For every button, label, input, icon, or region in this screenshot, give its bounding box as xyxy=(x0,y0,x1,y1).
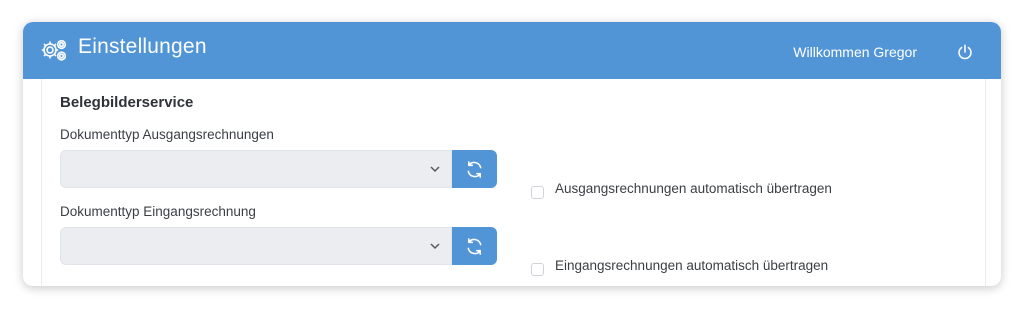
field-label-eingangsrechnung: Dokumenttyp Eingangsrechnung xyxy=(60,204,256,219)
refresh-icon xyxy=(467,238,482,255)
refresh-ausgang-button[interactable] xyxy=(452,150,497,188)
settings-content: Belegbilderservice Dokumenttyp Ausgangsr… xyxy=(41,79,986,286)
page-title: Einstellungen xyxy=(78,35,207,58)
dokumenttyp-ausgang-select[interactable] xyxy=(60,150,452,188)
chevron-down-icon xyxy=(430,166,440,173)
refresh-icon xyxy=(467,161,482,178)
ausgang-auto-label: Ausgangsrechnungen automatisch übertrage… xyxy=(555,181,832,196)
chevron-down-icon xyxy=(430,243,440,250)
power-icon[interactable] xyxy=(957,44,973,60)
welcome-text: Willkommen Gregor xyxy=(793,44,917,60)
header-bar: Einstellungen Willkommen Gregor xyxy=(23,22,1001,79)
section-title: Belegbilderservice xyxy=(60,94,194,111)
refresh-eingang-button[interactable] xyxy=(452,227,497,265)
dokumenttyp-eingang-select[interactable] xyxy=(60,227,452,265)
field-label-ausgangsrechnungen: Dokumenttyp Ausgangsrechnungen xyxy=(60,127,274,142)
settings-window: Einstellungen Willkommen Gregor Belegbil… xyxy=(23,22,1001,286)
eingang-auto-label: Eingangsrechnungen automatisch übertrage… xyxy=(555,258,829,273)
ausgang-auto-checkbox[interactable] xyxy=(531,186,544,199)
gears-icon xyxy=(41,39,67,61)
eingang-auto-checkbox[interactable] xyxy=(531,263,544,276)
